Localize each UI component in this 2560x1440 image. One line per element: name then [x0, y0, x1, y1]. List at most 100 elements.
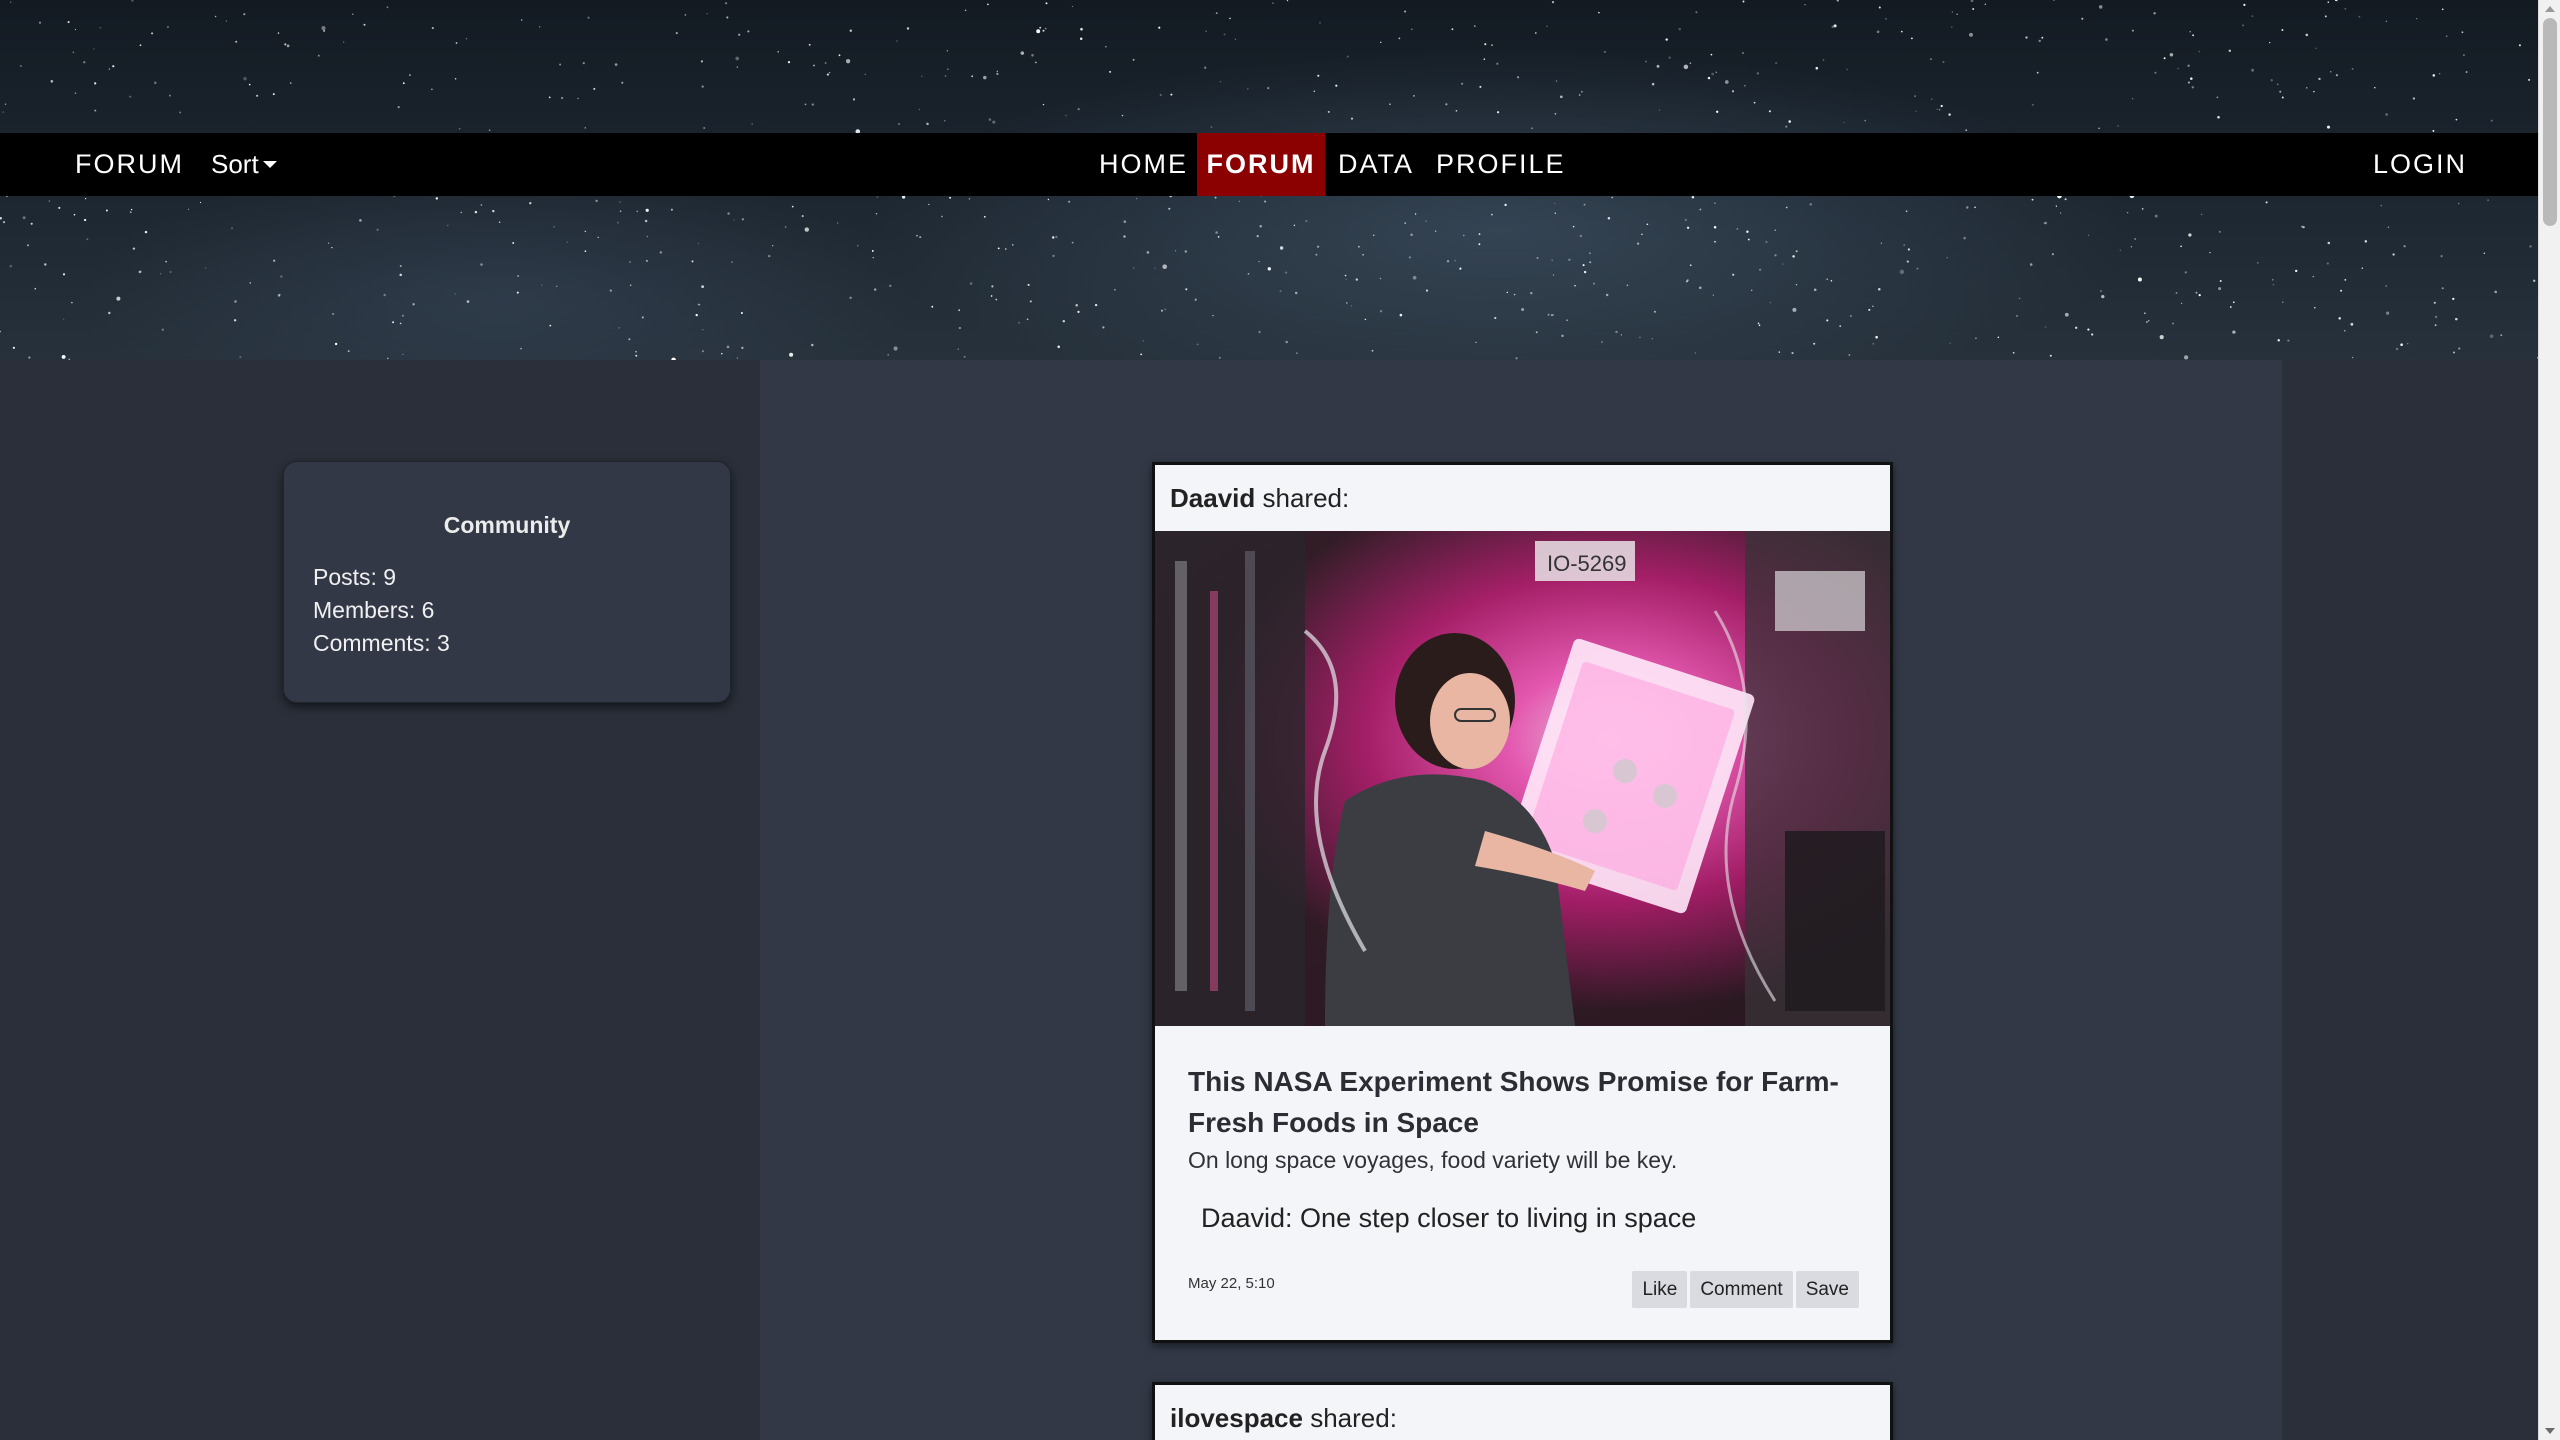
nav-home-link[interactable]: HOME	[1099, 133, 1188, 196]
star	[1646, 223, 1649, 226]
star	[1831, 25, 1834, 29]
star	[376, 228, 379, 231]
star	[2465, 71, 2468, 73]
star	[828, 71, 831, 74]
star	[30, 222, 33, 225]
star	[187, 208, 190, 210]
star	[864, 73, 866, 75]
scrollbar-thumb[interactable]	[2543, 18, 2557, 226]
star	[1018, 321, 1020, 324]
shared-label: shared:	[1262, 483, 1350, 513]
star	[701, 85, 704, 88]
star	[0, 217, 2, 220]
post-author[interactable]: ilovespace	[1170, 1403, 1303, 1433]
save-button[interactable]: Save	[1795, 1271, 1859, 1308]
star	[86, 238, 89, 241]
star	[1279, 246, 1284, 250]
star	[2232, 301, 2235, 304]
star	[1792, 255, 1795, 258]
star	[1454, 259, 1457, 262]
star	[2380, 204, 2383, 207]
star	[2489, 334, 2494, 339]
star	[289, 82, 292, 84]
scroll-down-arrow-icon[interactable]	[2545, 1428, 2555, 1434]
star	[2137, 277, 2142, 282]
star	[0, 330, 1, 333]
forum-brand-link[interactable]: FORUM	[75, 133, 184, 196]
star	[1408, 256, 1411, 259]
sort-dropdown[interactable]: Sort	[211, 133, 277, 196]
star	[1951, 26, 1953, 28]
star	[1554, 212, 1557, 214]
nav-forum-link[interactable]: FORUM	[1197, 133, 1325, 196]
star	[1142, 340, 1144, 342]
post-title[interactable]: This NASA Experiment Shows Promise for F…	[1188, 1061, 1868, 1143]
star	[1258, 330, 1261, 334]
star	[1154, 267, 1156, 269]
star	[2126, 211, 2129, 214]
login-link[interactable]: LOGIN	[2373, 133, 2467, 196]
star	[2243, 3, 2246, 7]
star	[2251, 68, 2255, 72]
star	[2294, 269, 2298, 273]
star	[2031, 198, 2034, 201]
star	[2352, 356, 2354, 359]
star	[874, 288, 877, 291]
star	[1045, 2, 1048, 5]
star	[2265, 201, 2268, 204]
star	[1839, 325, 1842, 327]
star	[1473, 25, 1476, 27]
star	[2343, 329, 2346, 332]
post-image[interactable]: IO-5269	[1155, 531, 1890, 1026]
star	[1494, 316, 1497, 320]
like-button[interactable]: Like	[1632, 1271, 1688, 1308]
post-author[interactable]: Daavid	[1170, 483, 1255, 513]
star	[724, 2, 728, 5]
star	[2146, 321, 2148, 323]
star	[1691, 195, 1695, 199]
community-title: Community	[443, 512, 571, 538]
star	[401, 314, 404, 317]
star	[34, 287, 37, 290]
star	[2302, 226, 2305, 229]
star	[549, 324, 552, 327]
star	[619, 201, 621, 203]
star	[1559, 95, 1563, 99]
star	[1479, 85, 1482, 88]
star	[1551, 0, 1555, 4]
star	[926, 122, 929, 126]
star	[2385, 113, 2388, 116]
comments-count: Comments: 3	[313, 630, 450, 656]
star	[1530, 291, 1533, 295]
comment-button[interactable]: Comment	[1690, 1271, 1793, 1308]
star	[1930, 98, 1933, 100]
star	[548, 96, 551, 99]
star	[2053, 0, 2055, 1]
star	[2434, 324, 2437, 327]
star	[2270, 79, 2273, 82]
scroll-up-arrow-icon[interactable]	[2545, 6, 2555, 12]
star	[1344, 274, 1347, 277]
star	[1711, 72, 1714, 76]
star	[1204, 66, 1207, 69]
star	[992, 120, 996, 124]
star	[889, 284, 892, 287]
page-scrollbar[interactable]	[2538, 0, 2560, 1440]
star	[1121, 114, 1124, 117]
star	[2183, 355, 2189, 360]
nav-data-link[interactable]: DATA	[1338, 133, 1414, 196]
star	[2455, 317, 2458, 321]
star	[958, 326, 962, 330]
star	[2441, 287, 2444, 290]
star	[697, 242, 700, 244]
star	[334, 342, 338, 346]
star	[1645, 60, 1647, 63]
star	[1956, 13, 1958, 15]
nav-profile-link[interactable]: PROFILE	[1436, 133, 1566, 196]
star	[1214, 196, 1217, 199]
star	[1256, 235, 1259, 238]
star	[1168, 207, 1171, 210]
star	[1903, 244, 1905, 246]
posts-count: Posts: 9	[313, 564, 397, 590]
star	[811, 343, 814, 347]
